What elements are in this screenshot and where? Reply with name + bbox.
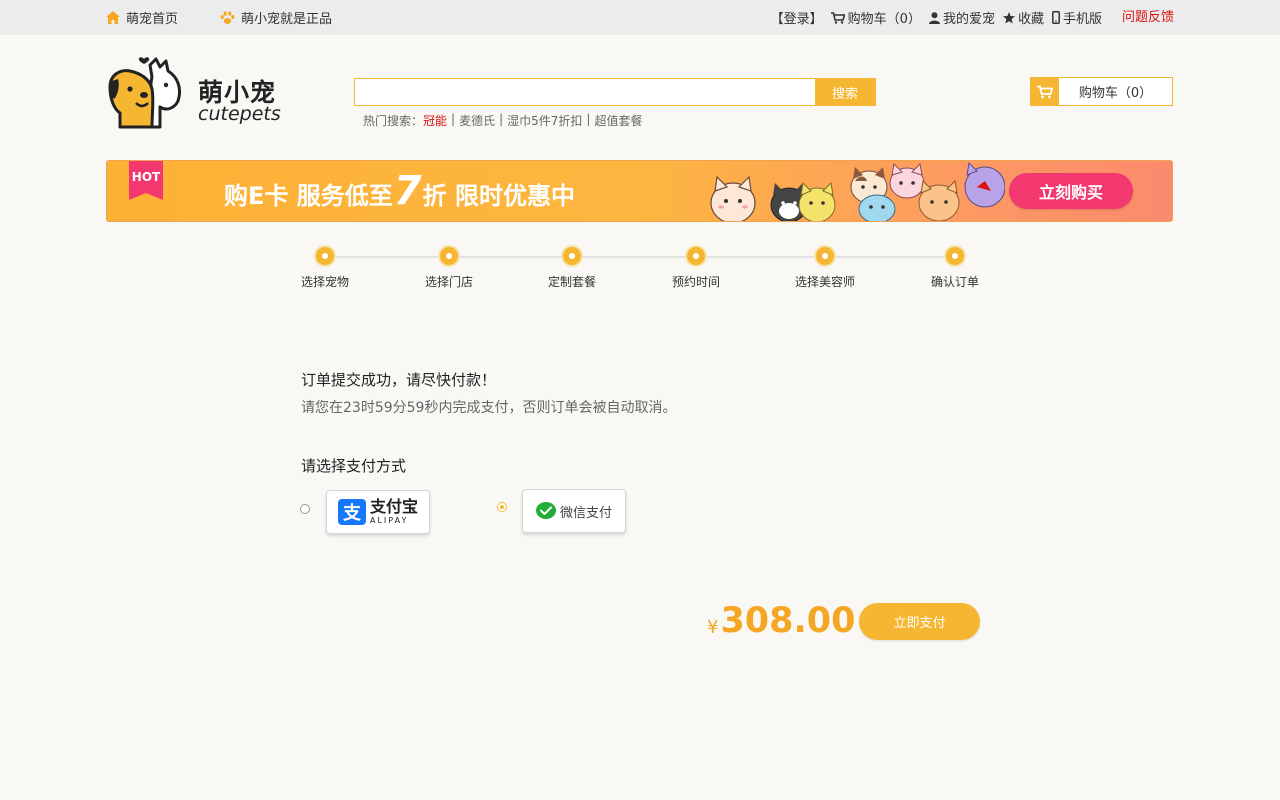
step-select-store: 选择门店 bbox=[404, 247, 494, 290]
hot-search-item[interactable]: 麦德氏 bbox=[459, 112, 495, 129]
hot-search-item[interactable]: 冠能 bbox=[423, 112, 447, 129]
logo[interactable]: 萌小宠 cutepets bbox=[106, 55, 286, 131]
mobile-label: 手机版 bbox=[1062, 12, 1102, 27]
step-label: 选择美容师 bbox=[794, 275, 855, 289]
alipay-icon: 支 bbox=[337, 499, 366, 525]
user-icon bbox=[928, 11, 940, 24]
my-pets-label: 我的爱宠 bbox=[942, 12, 995, 27]
favorites-label: 收藏 bbox=[1017, 12, 1044, 27]
logo-pets-icon bbox=[108, 57, 182, 129]
step-label: 选择宠物 bbox=[300, 275, 349, 289]
cat-illustration bbox=[798, 181, 836, 221]
wechat-pay-option[interactable]: 微信支付 bbox=[522, 489, 626, 533]
genuine-link-label: 萌小宠就是正品 bbox=[241, 12, 333, 27]
cat-illustration bbox=[918, 179, 960, 221]
home-link-label: 萌宠首页 bbox=[126, 12, 179, 27]
logo-en-text: cutepets bbox=[198, 103, 281, 125]
promo-banner[interactable]: HOT 购E卡 服务低至 7 折 限时优惠中 立刻购买 bbox=[106, 160, 1173, 222]
mobile-link[interactable]: 手机版 bbox=[1052, 8, 1102, 27]
feedback-link[interactable]: 问题反馈 bbox=[1122, 0, 1174, 35]
cat-illustration bbox=[964, 161, 1005, 208]
alipay-en-label: ALIPAY bbox=[369, 516, 409, 525]
cart-icon bbox=[830, 11, 845, 24]
search-button[interactable]: 搜索 bbox=[815, 79, 875, 105]
step-select-groomer: 选择美容师 bbox=[780, 247, 870, 290]
banner-text-after: 折 限时优惠中 bbox=[422, 182, 575, 210]
paw-icon bbox=[220, 11, 235, 24]
cartoon-cats-illustration bbox=[710, 161, 1005, 221]
topbar-cart-label: 购物车（0） bbox=[847, 12, 921, 27]
login-label: 【登录】 bbox=[770, 12, 823, 27]
top-bar: 萌宠首页 萌小宠就是正品 【登录】 购物车（0） 我的爱宠 收藏 手机版 问题反… bbox=[0, 0, 1280, 35]
order-amount: 308.00 bbox=[720, 601, 856, 641]
alipay-option[interactable]: 支 支付宝 ALIPAY bbox=[326, 490, 430, 534]
order-total: ¥ 308.00 bbox=[707, 601, 856, 641]
banner-text-before: 购E卡 服务低至 bbox=[224, 182, 393, 210]
buy-now-banner-button[interactable]: 立刻购买 bbox=[1009, 173, 1133, 209]
step-confirm-order: 确认订单 bbox=[910, 247, 1000, 290]
alipay-cn-label: 支付宝 bbox=[369, 497, 418, 516]
step-dot bbox=[563, 247, 581, 265]
wechat-icon bbox=[535, 502, 556, 519]
payment-countdown-message: 请您在23时59分59秒内完成支付，否则订单会被自动取消。 bbox=[301, 400, 677, 416]
banner-discount-number: 7 bbox=[393, 168, 422, 214]
step-label: 确认订单 bbox=[930, 275, 979, 289]
hot-search-separator: | bbox=[586, 112, 591, 126]
alipay-radio[interactable] bbox=[300, 504, 310, 514]
alipay-logo: 支 支付宝 ALIPAY bbox=[337, 497, 418, 525]
step-dot bbox=[816, 247, 834, 265]
step-dot bbox=[687, 247, 705, 265]
header-cart-icon-box bbox=[1031, 78, 1059, 105]
order-success-message: 订单提交成功，请尽快付款！ bbox=[301, 371, 497, 389]
step-label: 选择门店 bbox=[424, 275, 473, 289]
home-icon bbox=[106, 11, 120, 24]
step-select-pet: 选择宠物 bbox=[280, 247, 370, 290]
cat-illustration bbox=[858, 194, 896, 221]
wechat-pay-label: 微信支付 bbox=[559, 505, 612, 521]
hot-searches: 热门搜索： 冠能 | 麦德氏 | 湿巾5件7折扣 | 超值套餐 bbox=[363, 112, 642, 129]
login-link[interactable]: 【登录】 bbox=[771, 8, 823, 27]
genuine-link[interactable]: 萌小宠就是正品 bbox=[220, 0, 332, 35]
step-appointment-time: 预约时间 bbox=[651, 247, 741, 290]
hot-search-item[interactable]: 超值套餐 bbox=[594, 112, 642, 129]
cart-icon bbox=[1037, 85, 1053, 98]
step-label: 定制套餐 bbox=[547, 275, 596, 289]
my-pets-link[interactable]: 我的爱宠 bbox=[928, 8, 995, 27]
step-dot bbox=[440, 247, 458, 265]
hot-search-item[interactable]: 湿巾5件7折扣 bbox=[507, 112, 582, 129]
step-dot bbox=[946, 247, 964, 265]
wechat-pay-logo: 微信支付 bbox=[535, 502, 612, 521]
hot-search-label: 热门搜索： bbox=[363, 114, 424, 128]
payment-method-title: 请选择支付方式 bbox=[301, 457, 407, 475]
topbar-cart-link[interactable]: 购物车（0） bbox=[830, 8, 921, 27]
search-input[interactable] bbox=[355, 79, 815, 105]
cat-illustration bbox=[710, 175, 756, 221]
hot-flag: HOT bbox=[129, 161, 163, 200]
hot-search-separator: | bbox=[499, 112, 504, 126]
step-label: 预约时间 bbox=[671, 275, 720, 289]
cat-illustration bbox=[889, 162, 925, 199]
currency-symbol: ¥ bbox=[707, 617, 719, 638]
user-links: 【登录】 购物车（0） 我的爱宠 收藏 手机版 bbox=[763, 0, 1102, 35]
favorites-link[interactable]: 收藏 bbox=[1002, 8, 1044, 27]
step-dot bbox=[316, 247, 334, 265]
header-cart-button[interactable]: 购物车（0） bbox=[1030, 77, 1173, 106]
banner-headline: 购E卡 服务低至 7 折 限时优惠中 bbox=[224, 171, 575, 211]
wechat-radio[interactable] bbox=[497, 502, 507, 512]
step-custom-package: 定制套餐 bbox=[527, 247, 617, 290]
pay-now-button[interactable]: 立即支付 bbox=[859, 603, 980, 640]
hot-search-separator: | bbox=[451, 112, 456, 126]
phone-icon bbox=[1052, 11, 1060, 24]
star-icon bbox=[1002, 11, 1015, 23]
hot-flag-text: HOT bbox=[132, 170, 161, 184]
home-link[interactable]: 萌宠首页 bbox=[106, 0, 178, 35]
header-cart-label: 购物车（0） bbox=[1078, 86, 1153, 101]
search-bar: 搜索 bbox=[354, 78, 876, 106]
